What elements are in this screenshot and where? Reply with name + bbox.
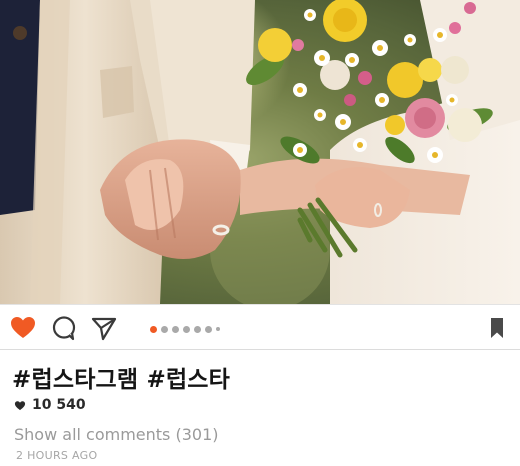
carousel-dot	[172, 325, 179, 333]
likes-row[interactable]: 10 540	[14, 397, 86, 413]
action-bar	[0, 304, 520, 350]
likes-count: 10 540	[32, 397, 86, 413]
carousel-dot	[161, 325, 168, 333]
show-comments-link[interactable]: Show all comments (301)	[14, 425, 219, 444]
post-card: #럽스타그램 #럽스타 10 540 Show all comments (30…	[0, 0, 520, 466]
send-icon[interactable]	[90, 314, 118, 342]
heart-small-icon	[14, 400, 26, 410]
post-photo[interactable]	[0, 0, 520, 304]
carousel-indicator	[150, 324, 220, 334]
heart-icon[interactable]	[9, 314, 37, 342]
post-caption: #럽스타그램 #럽스타	[12, 367, 231, 393]
carousel-dot	[183, 325, 190, 333]
comment-icon[interactable]	[50, 314, 78, 342]
bookmark-icon[interactable]	[483, 314, 511, 342]
carousel-dot	[216, 327, 220, 331]
photo-illustration	[0, 0, 520, 304]
carousel-dot	[205, 325, 212, 333]
carousel-dot	[150, 325, 157, 333]
post-timestamp: 2 HOURS AGO	[16, 449, 98, 462]
carousel-dot	[194, 325, 201, 333]
